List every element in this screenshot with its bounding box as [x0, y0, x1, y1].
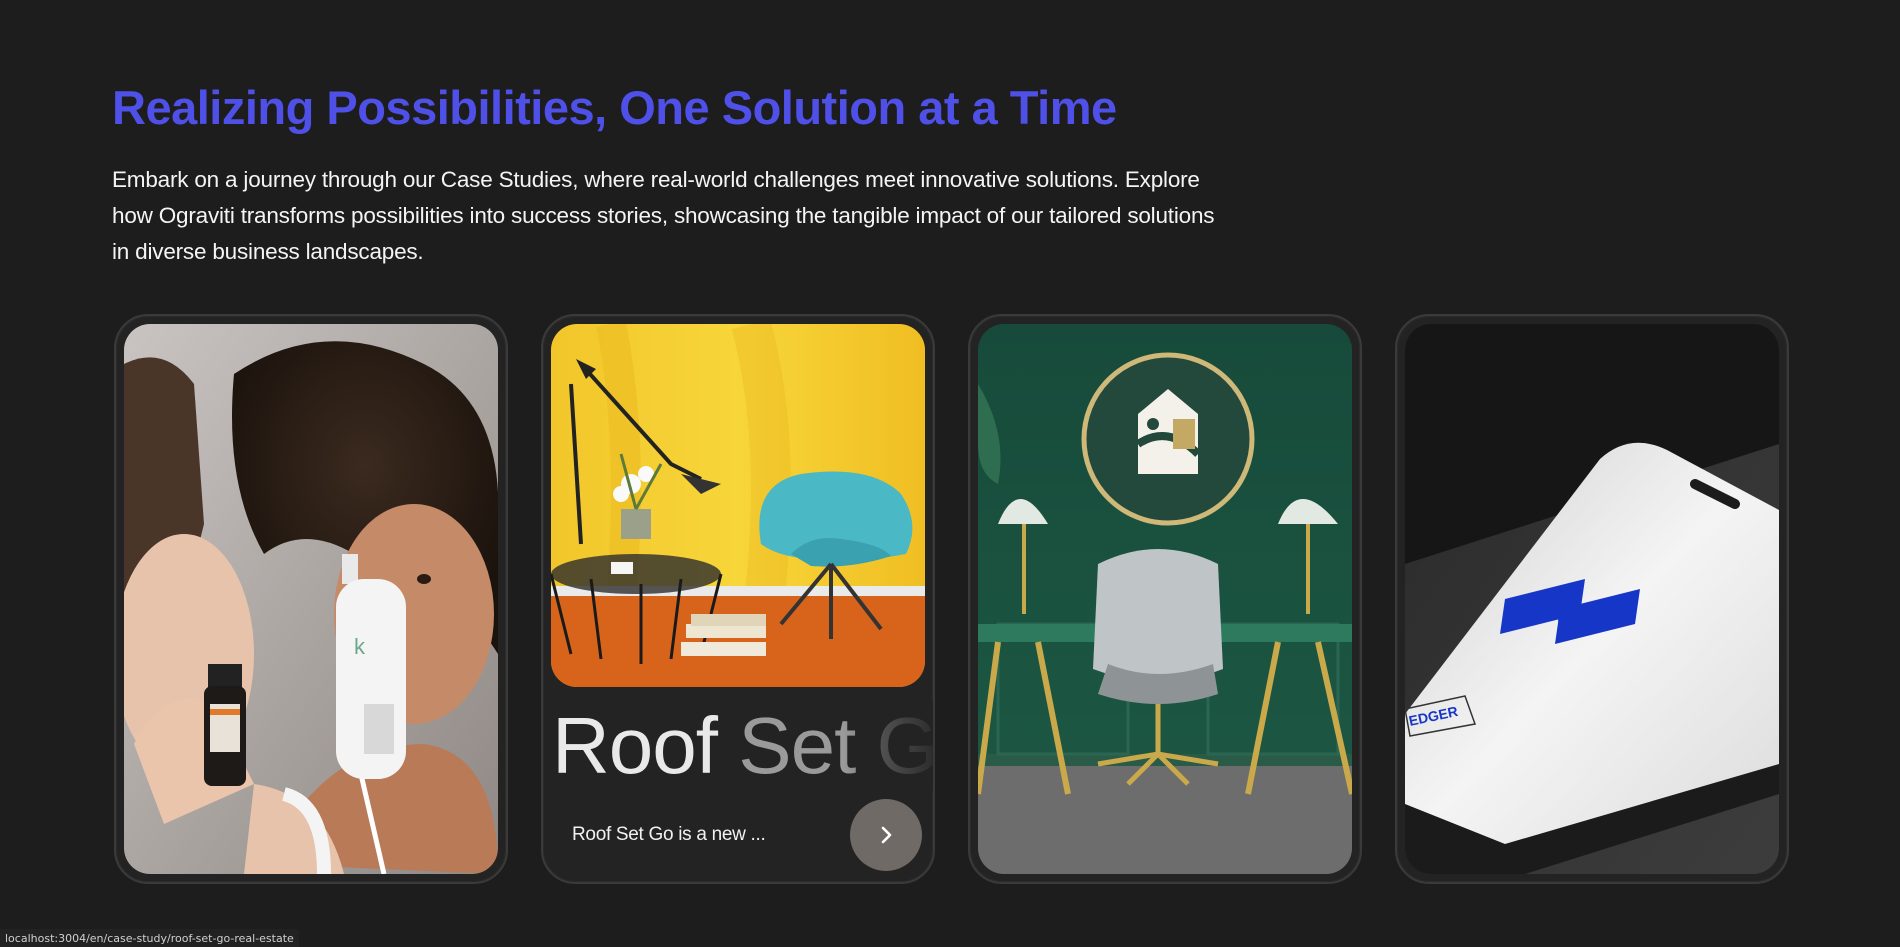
case-study-card-roof-set-go[interactable]: Roof Set Go Roof Set Go is a new ...	[541, 314, 935, 884]
case-study-card-4[interactable]: EDGER	[1395, 314, 1789, 884]
title-fade-overlay	[843, 701, 933, 791]
case-study-image-office	[978, 324, 1352, 874]
case-study-image-skincare: k	[124, 324, 498, 874]
open-case-study-button[interactable]	[850, 799, 922, 871]
case-study-image-roof-set-go	[551, 324, 925, 687]
case-study-title-word-2: Set	[738, 701, 856, 790]
section-title: Realizing Possibilities, One Solution at…	[112, 81, 1117, 134]
chevron-right-icon	[881, 826, 892, 844]
case-study-excerpt: Roof Set Go is a new ...	[572, 824, 766, 845]
svg-text:k: k	[354, 634, 366, 659]
status-bar-url: localhost:3004/en/case-study/roof-set-go…	[0, 929, 299, 947]
case-study-title-word-1: Roof	[552, 701, 718, 790]
case-study-card-3[interactable]	[968, 314, 1362, 884]
section-description: Embark on a journey through our Case Stu…	[112, 167, 1215, 264]
case-study-image-phone-app: EDGER	[1405, 324, 1779, 874]
case-studies-section: Realizing Possibilities, One Solution at…	[112, 80, 1812, 270]
case-study-card-1[interactable]: k	[114, 314, 508, 884]
